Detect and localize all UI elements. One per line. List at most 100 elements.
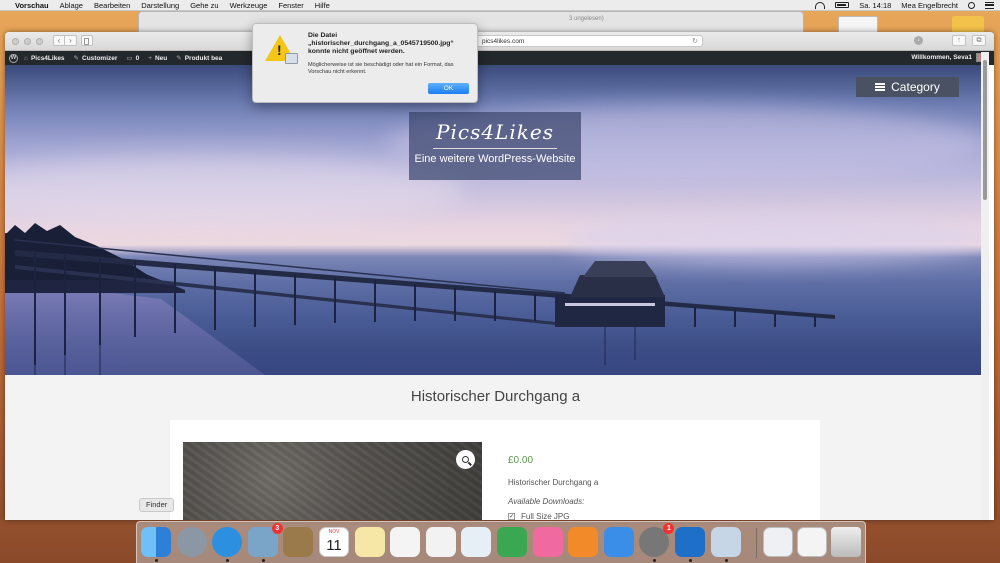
wifi-icon[interactable] xyxy=(815,1,826,9)
wp-admin-bar: W ⌂ Pics4Likes ✎ Customizer ▭ 0 + Neu ✎ Produ… xyxy=(5,51,994,65)
forward-button[interactable]: › xyxy=(65,35,77,46)
navigation-buttons: ‹ › xyxy=(53,35,77,46)
alert-title-line1: Die Datei xyxy=(308,32,338,39)
notes-icon[interactable] xyxy=(354,527,385,557)
address-bar[interactable]: pics4likes.com ↻ xyxy=(475,35,703,47)
finder-icon[interactable] xyxy=(141,527,171,557)
browser-window: ‹ › pics4likes.com ↻ ↓ ↑ ⧉ W ⌂ Pics4Likes… xyxy=(5,32,994,520)
numbers-icon[interactable] xyxy=(497,527,527,557)
close-window-button[interactable] xyxy=(12,38,19,45)
window-controls xyxy=(12,38,43,45)
wp-new[interactable]: + Neu xyxy=(148,55,167,62)
safari-icon[interactable] xyxy=(212,527,243,557)
error-alert-dialog: ! Die Datei „historischer_durchgang_a_05… xyxy=(252,23,478,103)
spotlight-icon[interactable] xyxy=(968,1,975,9)
zoom-window-button[interactable] xyxy=(36,38,43,45)
calendar-day: 11 xyxy=(326,537,342,554)
menu-fenster[interactable]: Fenster xyxy=(278,1,303,10)
category-menu-button[interactable]: Category xyxy=(856,77,959,97)
preview-icon[interactable] xyxy=(710,527,741,557)
share-button[interactable]: ↑ xyxy=(952,35,966,46)
wp-comments[interactable]: ▭ 0 xyxy=(126,54,140,63)
wp-site-name[interactable]: ⌂ Pics4Likes xyxy=(24,55,65,62)
comment-icon: ▭ xyxy=(126,55,133,62)
product-card: £0.00 Historischer Durchgang a Available… xyxy=(170,420,820,520)
running-indicator xyxy=(155,559,158,562)
back-button[interactable]: ‹ xyxy=(53,35,65,46)
alert-title: Die Datei „historischer_durchgang_a_0545… xyxy=(308,32,473,56)
scrollbar-thumb[interactable] xyxy=(983,60,987,200)
site-tagline: Eine weitere WordPress-Website xyxy=(414,153,576,165)
product-image[interactable] xyxy=(183,442,482,520)
itunes-icon[interactable] xyxy=(532,527,563,557)
menu-ablage[interactable]: Ablage xyxy=(60,1,83,10)
battery-icon[interactable] xyxy=(835,2,850,8)
alert-title-line3: konnte nicht geöffnet werden. xyxy=(308,48,405,55)
running-indicator xyxy=(653,559,657,562)
keynote-icon[interactable] xyxy=(461,527,492,557)
document-icon[interactable] xyxy=(763,527,793,557)
wp-customizer[interactable]: ✎ Customizer xyxy=(74,54,118,63)
menu-gehe-zu[interactable]: Gehe zu xyxy=(190,1,218,10)
running-indicator xyxy=(724,559,728,562)
wordpress-logo-icon[interactable]: W xyxy=(9,53,18,63)
running-indicator xyxy=(261,559,265,562)
menu-user[interactable]: Mea Engelbrecht xyxy=(901,1,958,10)
calendar-month: NOV xyxy=(328,529,340,535)
menu-hilfe[interactable]: Hilfe xyxy=(315,1,330,10)
wp-edit-product[interactable]: ✎ Produkt bea xyxy=(176,54,222,63)
wp-site-name-label: Pics4Likes xyxy=(30,54,65,62)
home-icon: ⌂ xyxy=(24,54,28,62)
hamburger-icon xyxy=(875,83,886,91)
downloads-stack-icon[interactable] xyxy=(797,527,827,557)
product-description: Historischer Durchgang a xyxy=(508,478,599,487)
sidebar-toggle-icon[interactable] xyxy=(81,35,93,46)
magnifier-icon xyxy=(462,456,469,463)
menu-bar: Vorschau Ablage Bearbeiten Darstellung G… xyxy=(0,0,1000,11)
menu-bearbeiten[interactable]: Bearbeiten xyxy=(94,1,130,10)
browser-toolbar: ‹ › pics4likes.com ↻ ↓ ↑ ⧉ xyxy=(5,32,994,51)
wp-comments-count: 0 xyxy=(135,54,140,62)
launchpad-icon[interactable] xyxy=(176,527,207,557)
downloads-icon[interactable]: ↓ xyxy=(914,36,923,45)
ok-button[interactable]: OK xyxy=(428,83,469,94)
trash-icon[interactable] xyxy=(831,527,861,557)
photos-icon[interactable] xyxy=(425,527,456,557)
menu-clock[interactable]: Sa. 14:18 xyxy=(859,1,891,10)
product-price: £0.00 xyxy=(508,455,534,466)
pencil-icon: ✎ xyxy=(176,55,182,62)
ibooks-icon[interactable] xyxy=(568,527,599,557)
product-title: Historischer Durchgang a xyxy=(410,388,581,405)
running-indicator xyxy=(689,559,692,562)
download-option-label: Full Size JPG xyxy=(521,512,570,520)
app-store-icon[interactable] xyxy=(603,527,634,557)
mail-blue-icon[interactable] xyxy=(675,527,705,557)
notes-brown-icon[interactable] xyxy=(283,527,314,557)
menu-werkzeuge[interactable]: Werkzeuge xyxy=(230,1,268,10)
zoom-button[interactable] xyxy=(456,450,475,469)
menu-app-name[interactable]: Vorschau xyxy=(15,1,49,10)
tabs-overview-button[interactable]: ⧉ xyxy=(972,35,986,46)
hero-image: Pics4Likes Eine weitere WordPress-Websit… xyxy=(5,65,986,375)
address-bar-url: pics4likes.com xyxy=(482,38,525,45)
reload-icon[interactable]: ↻ xyxy=(692,36,698,47)
minimize-window-button[interactable] xyxy=(24,38,31,45)
notification-badge: 3 xyxy=(271,523,283,534)
wp-customizer-label: Customizer xyxy=(82,54,118,62)
title-divider xyxy=(433,148,557,149)
site-title-box[interactable]: Pics4Likes Eine weitere WordPress-Websit… xyxy=(409,112,581,180)
notification-center-icon[interactable] xyxy=(985,1,994,9)
wp-welcome[interactable]: Willkommen, Seva1 xyxy=(911,54,972,61)
available-downloads-label: Available Downloads: xyxy=(508,497,585,506)
toolbar-right-buttons: ↑ ⧉ xyxy=(952,35,986,46)
dock-tooltip: Finder xyxy=(139,498,175,512)
download-option[interactable]: ✓ Full Size JPG xyxy=(508,512,569,520)
dock-separator xyxy=(756,528,757,558)
dock: 3 NOV 11 1 xyxy=(136,521,866,563)
download-checkbox[interactable]: ✓ xyxy=(508,513,515,520)
notification-badge: 1 xyxy=(663,523,675,534)
alert-title-line2: „historischer_durchgang_a_0545719500.jpg… xyxy=(308,40,454,47)
calendar-icon[interactable]: NOV 11 xyxy=(319,527,349,557)
menu-darstellung[interactable]: Darstellung xyxy=(141,1,179,10)
reminders-icon[interactable] xyxy=(390,527,421,557)
